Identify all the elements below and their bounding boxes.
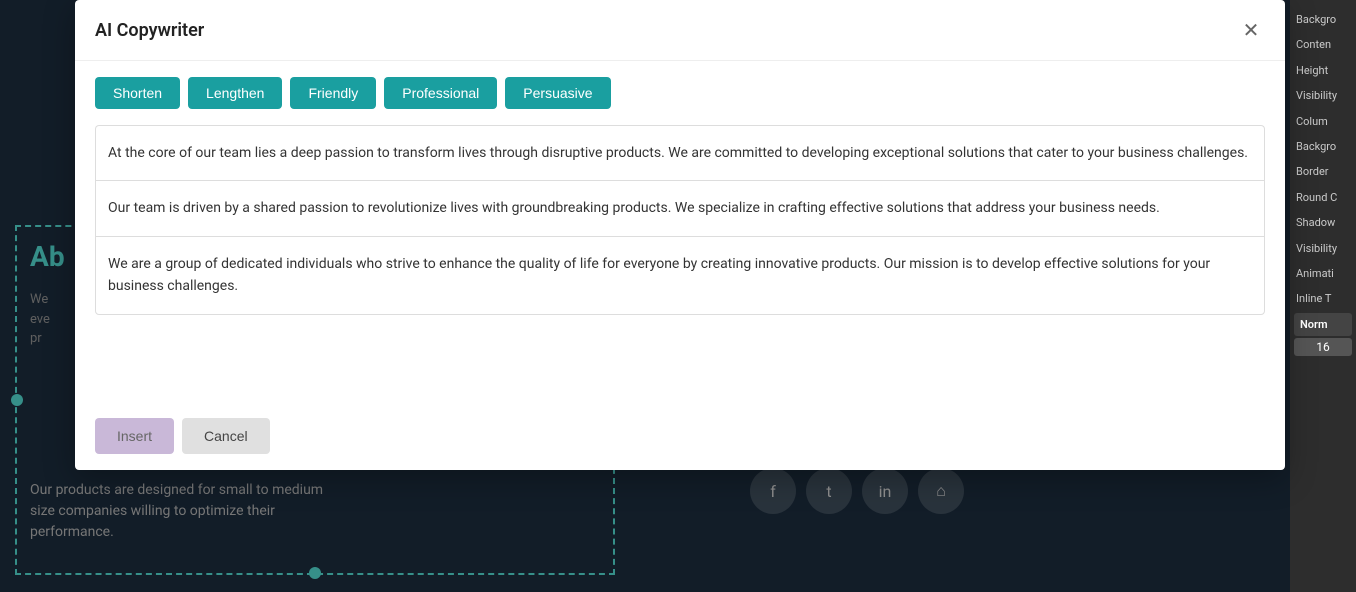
sidebar-item-animation: Animati bbox=[1294, 262, 1352, 285]
sidebar-item-norm: Norm bbox=[1294, 313, 1352, 336]
shorten-button[interactable]: Shorten bbox=[95, 77, 180, 109]
text-option-3[interactable]: We are a group of dedicated individuals … bbox=[95, 236, 1265, 315]
sidebar-item-content: Conten bbox=[1294, 33, 1352, 56]
sidebar-item-bg2: Backgro bbox=[1294, 135, 1352, 158]
right-sidebar: Backgro Conten Height Visibility Colum B… bbox=[1290, 0, 1356, 592]
insert-button[interactable]: Insert bbox=[95, 418, 174, 454]
modal-title: AI Copywriter bbox=[95, 20, 204, 41]
sidebar-item-round: Round C bbox=[1294, 186, 1352, 209]
cancel-button[interactable]: Cancel bbox=[182, 418, 270, 454]
text-option-2[interactable]: Our team is driven by a shared passion t… bbox=[95, 180, 1265, 235]
modal-footer: Insert Cancel bbox=[75, 402, 1285, 470]
sidebar-item-visibility2: Visibility bbox=[1294, 237, 1352, 260]
sidebar-item-height: Height bbox=[1294, 59, 1352, 82]
sidebar-item-visibility: Visibility bbox=[1294, 84, 1352, 107]
modal-header: AI Copywriter ✕ bbox=[75, 0, 1285, 61]
modal-close-button[interactable]: ✕ bbox=[1237, 16, 1265, 44]
ai-copywriter-modal: AI Copywriter ✕ Shorten Lengthen Friendl… bbox=[75, 0, 1285, 470]
sidebar-item-border: Border bbox=[1294, 160, 1352, 183]
sidebar-item-shadow: Shadow bbox=[1294, 211, 1352, 234]
sidebar-item-number: 16 bbox=[1294, 338, 1352, 356]
sidebar-item-column: Colum bbox=[1294, 110, 1352, 133]
persuasive-button[interactable]: Persuasive bbox=[505, 77, 610, 109]
sidebar-item-background: Backgro bbox=[1294, 8, 1352, 31]
professional-button[interactable]: Professional bbox=[384, 77, 497, 109]
friendly-button[interactable]: Friendly bbox=[290, 77, 376, 109]
modal-toolbar: Shorten Lengthen Friendly Professional P… bbox=[75, 61, 1285, 125]
sidebar-item-inline: Inline T bbox=[1294, 287, 1352, 310]
text-option-1[interactable]: At the core of our team lies a deep pass… bbox=[95, 125, 1265, 180]
lengthen-button[interactable]: Lengthen bbox=[188, 77, 282, 109]
text-options-container: At the core of our team lies a deep pass… bbox=[75, 125, 1285, 402]
